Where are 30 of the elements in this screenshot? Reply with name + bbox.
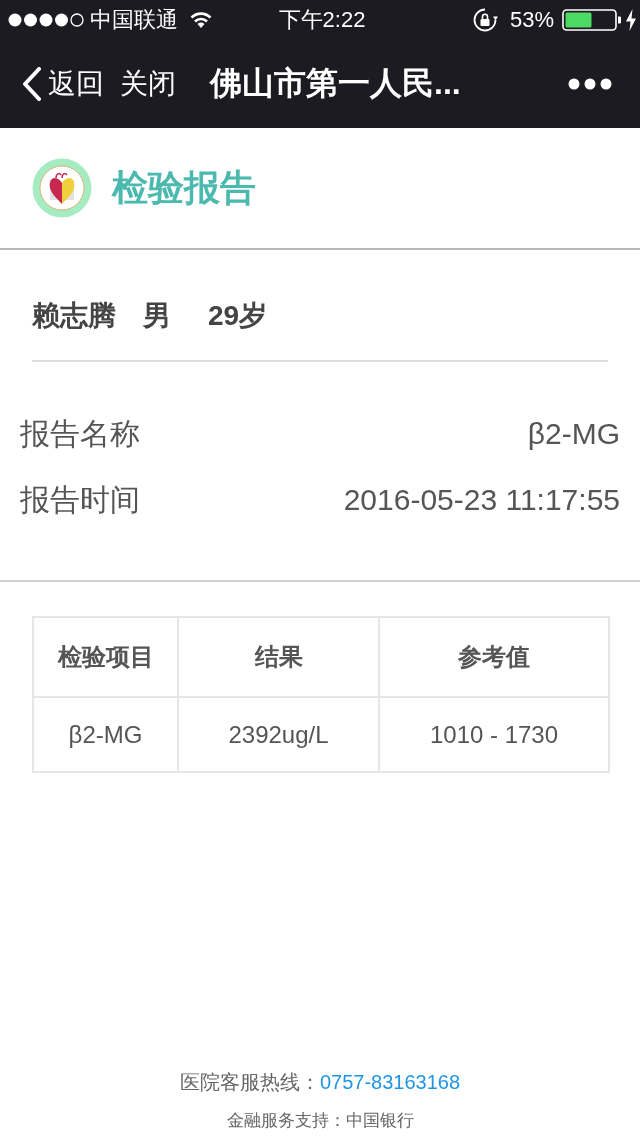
table-cell: β2-MG (33, 697, 178, 772)
wifi-icon (190, 12, 212, 28)
patient-age: 29岁 (208, 299, 268, 333)
close-button[interactable]: 关闭 (118, 61, 178, 107)
charging-bolt-icon (626, 9, 636, 31)
battery-percentage: 53% (509, 7, 554, 33)
column-header: 参考值 (379, 617, 609, 697)
field-value: β2-MG (527, 417, 620, 451)
rotation-lock-icon (471, 7, 498, 33)
hospital-logo-icon (32, 158, 92, 218)
financial-support-text: 金融服务支持：中国银行 (226, 1110, 414, 1132)
patient-name: 赖志腾 (32, 299, 116, 333)
hotline-label: 医院客服热线： (179, 1069, 320, 1095)
table-cell: 1010 - 1730 (379, 697, 609, 772)
back-button[interactable]: 返回 (20, 61, 106, 107)
signal-strength-icon (8, 12, 84, 28)
report-title: 检验报告 (112, 165, 256, 210)
status-time: 下午2:22 (278, 7, 366, 33)
column-header: 结果 (178, 617, 379, 697)
carrier-name: 中国联通 (90, 7, 178, 33)
field-value: 2016-05-23 11:17:55 (343, 483, 620, 517)
field-label: 报告时间 (20, 481, 140, 518)
chevron-left-icon (22, 67, 42, 101)
table-cell: 2392ug/L (178, 697, 379, 772)
more-options-icon[interactable] (568, 78, 612, 90)
battery-icon (562, 9, 622, 31)
patient-gender: 男 (143, 299, 171, 333)
field-label: 报告名称 (20, 415, 140, 452)
column-header: 检验项目 (33, 617, 178, 697)
page-title: 佛山市第一人民... (210, 64, 462, 103)
